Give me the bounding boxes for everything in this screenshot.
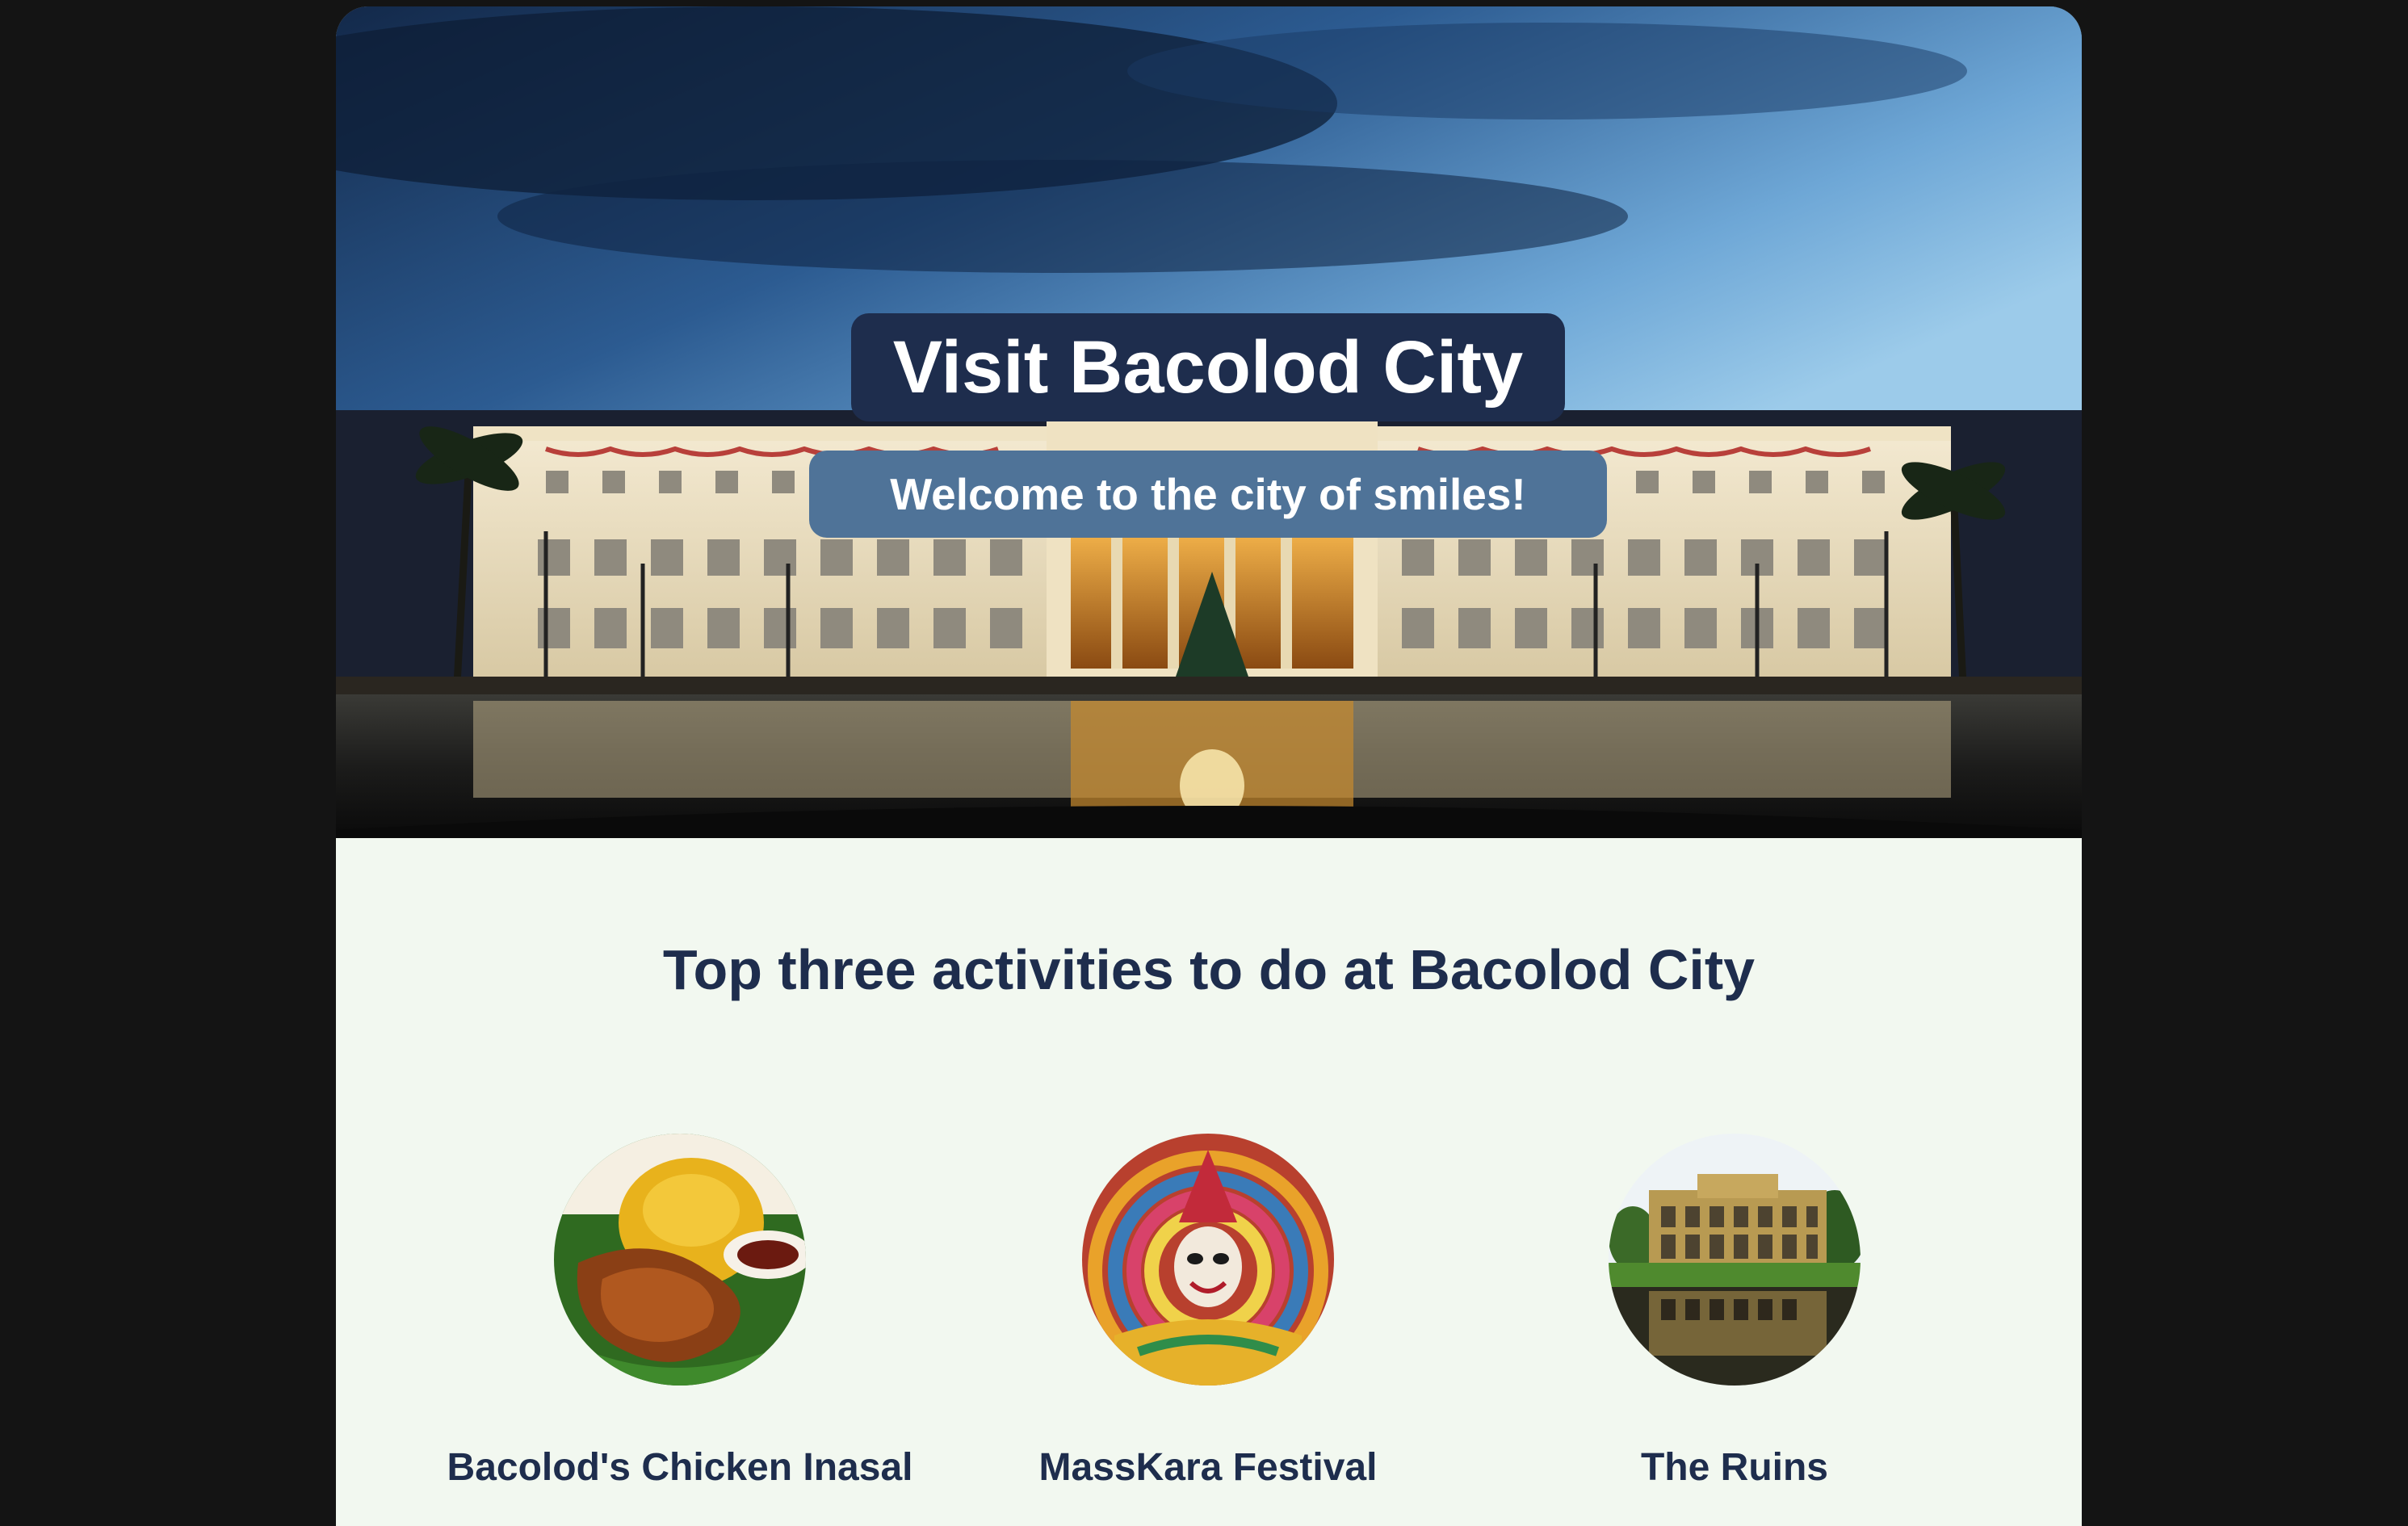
hero-title: Visit Bacolod City xyxy=(851,313,1565,421)
activity-card-masskara-festival[interactable]: MassKara Festival xyxy=(950,1129,1466,1516)
city-hall-photo xyxy=(336,6,2082,838)
activity-label[interactable]: Bacolod's Chicken Inasal xyxy=(422,1444,938,1492)
activity-card-chicken-inasal[interactable]: Bacolod's Chicken Inasal xyxy=(422,1129,938,1516)
activity-card-the-ruins[interactable]: The Ruins xyxy=(1476,1129,1993,1516)
page-container: Visit Bacolod City Welcome to the city o… xyxy=(336,6,2082,1526)
chicken-inasal-photo[interactable] xyxy=(554,1134,806,1386)
hero-banner: Visit Bacolod City Welcome to the city o… xyxy=(336,6,2082,838)
activities-heading: Top three activities to do at Bacolod Ci… xyxy=(662,938,1756,1001)
hero-subtitle: Welcome to the city of smiles! xyxy=(809,451,1607,538)
activity-label[interactable]: MassKara Festival xyxy=(950,1444,1466,1492)
activity-label[interactable]: The Ruins xyxy=(1476,1444,1993,1492)
the-ruins-photo[interactable] xyxy=(1609,1134,1861,1386)
masskara-festival-photo[interactable] xyxy=(1082,1134,1334,1386)
